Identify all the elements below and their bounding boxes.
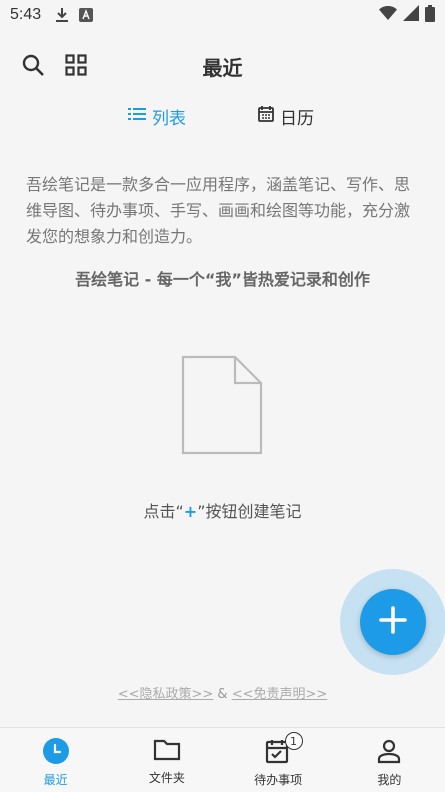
wifi-icon — [379, 6, 397, 24]
app-slogan: 吾绘笔记 - 每一个“我”皆热爱记录和创作 — [75, 270, 370, 289]
folder-icon — [153, 738, 181, 765]
tab-calendar[interactable]: 日历 — [258, 100, 314, 132]
empty-hint-prefix: 点击“ — [143, 502, 184, 521]
empty-hint-suffix: ”按钮创建笔记 — [197, 502, 302, 521]
person-icon — [376, 738, 402, 767]
tab-list-label: 列表 — [152, 108, 186, 129]
status-bar: 5:43 — [0, 0, 445, 30]
tab-calendar-label: 日历 — [280, 108, 314, 129]
calendar-icon — [258, 105, 274, 127]
nav-label-todo: 待办事项 — [254, 773, 303, 787]
privacy-policy-link[interactable]: <<隐私政策>> — [118, 687, 214, 702]
app-description: 吾绘笔记是一款多合一应用程序，涵盖笔记、写作、思维导图、待办事项、手写、画画和绘… — [26, 175, 411, 246]
view-tabs: 列表 日历 — [0, 100, 445, 132]
empty-document-icon — [180, 354, 264, 460]
todo-count-badge: 1 — [284, 732, 303, 750]
legal-links: <<隐私政策>> & <<免责声明>> — [0, 683, 445, 702]
clock-icon — [42, 738, 69, 767]
download-icon — [55, 7, 69, 23]
nav-item-recent[interactable]: 最近 — [0, 728, 111, 792]
nav-item-folder[interactable]: 文件夹 — [111, 728, 222, 792]
list-icon — [128, 106, 146, 126]
bottom-nav: 最近 文件夹 1 待办事项 我的 — [0, 727, 445, 792]
nav-item-todo[interactable]: 1 待办事项 — [223, 728, 334, 792]
legal-separator: & — [217, 687, 228, 702]
empty-hint-plus: + — [183, 502, 198, 521]
battery-icon — [425, 4, 435, 26]
tab-list[interactable]: 列表 — [128, 100, 186, 132]
create-note-button[interactable] — [360, 589, 426, 655]
plus-icon — [379, 606, 407, 638]
nav-label-mine: 我的 — [377, 773, 402, 787]
empty-hint: 点击“+”按钮创建笔记 — [0, 498, 445, 522]
nav-label-folder: 文件夹 — [148, 771, 185, 785]
status-time: 5:43 — [10, 6, 42, 23]
a-box-icon — [79, 8, 94, 22]
nav-label-recent: 最近 — [43, 773, 68, 787]
page-title: 最近 — [202, 56, 243, 80]
nav-item-mine[interactable]: 我的 — [334, 728, 445, 792]
top-bar: 最近 — [0, 40, 445, 90]
disclaimer-link[interactable]: <<免责声明>> — [232, 687, 328, 702]
signal-icon — [403, 5, 419, 25]
